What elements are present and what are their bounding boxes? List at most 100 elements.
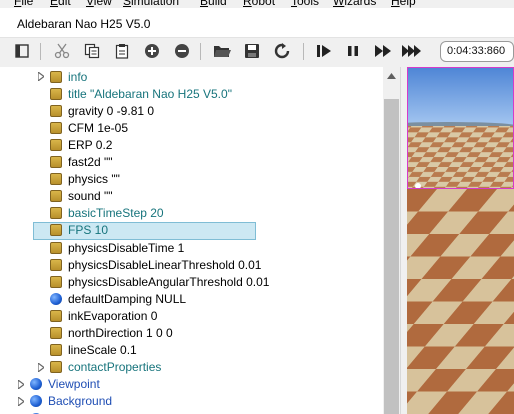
pause-button[interactable] <box>343 41 363 61</box>
fast-forward-icon <box>374 43 392 59</box>
tree-row[interactable]: physicsDisableAngularThreshold 0.01 <box>36 273 269 290</box>
menu-simulation[interactable]: Simulation <box>123 0 179 8</box>
tree-row[interactable]: lineScale 0.1 <box>36 342 137 359</box>
expand-arrow-icon[interactable] <box>16 376 26 393</box>
field-icon <box>50 87 62 100</box>
node-icon <box>50 292 62 305</box>
pause-icon <box>345 43 361 59</box>
chevron-up-icon <box>387 68 396 82</box>
menu-label: dit <box>58 0 71 8</box>
fast-button[interactable] <box>402 41 422 61</box>
menu-help[interactable]: Help <box>391 0 416 8</box>
tree-row[interactable]: defaultDamping NULL <box>36 290 186 307</box>
3d-viewport-floor[interactable] <box>407 189 514 414</box>
menu-label: iew <box>93 0 112 8</box>
tree-row[interactable]: title "Aldebaran Nao H25 V5.0" <box>36 85 232 102</box>
toolbar-separator <box>200 43 201 60</box>
tree-row[interactable]: northDirection 1 0 0 <box>36 325 173 342</box>
expand-arrow-icon[interactable] <box>36 359 46 376</box>
copy-button[interactable] <box>82 41 102 61</box>
reload-world-icon <box>274 43 290 59</box>
floor-render <box>407 189 514 414</box>
3d-viewport[interactable] <box>407 67 514 189</box>
menu-view[interactable]: View <box>86 0 112 8</box>
fast-forward-button[interactable] <box>373 41 393 61</box>
field-icon <box>50 309 62 322</box>
toolbar-separator <box>40 43 41 60</box>
tree-row[interactable]: contactProperties <box>36 359 161 376</box>
tree-row-label: title "Aldebaran Nao H25 V5.0" <box>68 86 232 101</box>
tree-row[interactable]: Viewpoint <box>16 376 100 393</box>
3d-view[interactable] <box>407 67 514 414</box>
cut-button[interactable] <box>52 41 72 61</box>
field-icon <box>50 121 62 134</box>
tree-row[interactable]: physicsDisableTime 1 <box>36 239 184 256</box>
scene-tree-scrollbar[interactable] <box>383 67 400 414</box>
tree-row[interactable]: inkEvaporation 0 <box>36 307 157 324</box>
menu-label: uild <box>208 0 227 8</box>
tree-row[interactable]: DirectionalLight <box>16 410 131 414</box>
menu-label: izards <box>344 0 377 8</box>
tree-row[interactable]: Background <box>16 393 112 410</box>
tree-row-label: fast2d "" <box>68 155 113 169</box>
tree-row[interactable]: fast2d "" <box>36 154 113 171</box>
menu-label: ools <box>297 0 320 8</box>
node-icon <box>30 378 42 391</box>
tree-row-label: Background <box>48 394 113 409</box>
field-icon <box>50 224 62 237</box>
save-world-icon <box>244 43 260 59</box>
tree-row-label: northDirection 1 0 0 <box>68 326 173 340</box>
tree-row[interactable]: basicTimeStep 20 <box>36 205 164 222</box>
expand-arrow-icon[interactable] <box>36 68 46 85</box>
scene-tree-title-bar: Aldebaran Nao H25 V5.0 <box>0 8 514 38</box>
reload-world-button[interactable] <box>272 41 292 61</box>
menu-robot[interactable]: Robot <box>243 0 275 8</box>
scene-tree[interactable]: info title "Aldebaran Nao H25 V5.0" gravit… <box>0 67 400 414</box>
menu-file[interactable]: File <box>14 0 33 8</box>
open-world-button[interactable] <box>212 41 232 61</box>
add-node-button[interactable] <box>142 41 162 61</box>
panel-splitter[interactable] <box>400 67 407 414</box>
tree-row-label: inkEvaporation 0 <box>68 308 158 323</box>
tree-row[interactable]: physics "" <box>36 171 120 188</box>
toggle-scene-tree-button[interactable] <box>12 41 32 61</box>
tree-row[interactable]: gravity 0 -9.81 0 <box>36 102 154 119</box>
tree-row[interactable]: info <box>36 68 87 85</box>
tree-row[interactable]: sound "" <box>36 188 113 205</box>
field-icon <box>50 207 62 220</box>
tree-row-label: physicsDisableTime 1 <box>68 240 185 255</box>
tree-row-label: sound "" <box>68 189 113 204</box>
3d-scene-render <box>408 68 513 188</box>
menu-accelerator: R <box>243 0 252 8</box>
menu-tools[interactable]: Tools <box>291 0 319 8</box>
scroll-up-button[interactable] <box>383 67 400 83</box>
step-button[interactable] <box>314 41 334 61</box>
scrollbar-thumb[interactable] <box>384 99 399 414</box>
menu-build[interactable]: Build <box>200 0 227 8</box>
tree-row[interactable]: physicsDisableLinearThreshold 0.01 <box>36 256 261 273</box>
field-icon <box>50 275 62 288</box>
expand-arrow-icon[interactable] <box>16 393 26 410</box>
expand-arrow-icon[interactable] <box>16 410 26 414</box>
cut-icon <box>54 43 70 59</box>
step-icon <box>316 43 332 59</box>
save-world-button[interactable] <box>242 41 262 61</box>
tree-row[interactable]: CFM 1e-05 <box>36 119 128 136</box>
tree-row-label: CFM 1e-05 <box>68 120 129 135</box>
delete-node-button[interactable] <box>172 41 192 61</box>
menu-wizards[interactable]: Wizards <box>333 0 376 8</box>
menu-edit[interactable]: Edit <box>50 0 71 8</box>
menu-accelerator: V <box>86 0 94 8</box>
field-icon <box>50 361 62 374</box>
node-icon <box>30 395 42 408</box>
tree-row[interactable]: FPS 10 <box>33 221 256 240</box>
tree-row[interactable]: ERP 0.2 <box>36 136 112 153</box>
paste-button[interactable] <box>112 41 132 61</box>
